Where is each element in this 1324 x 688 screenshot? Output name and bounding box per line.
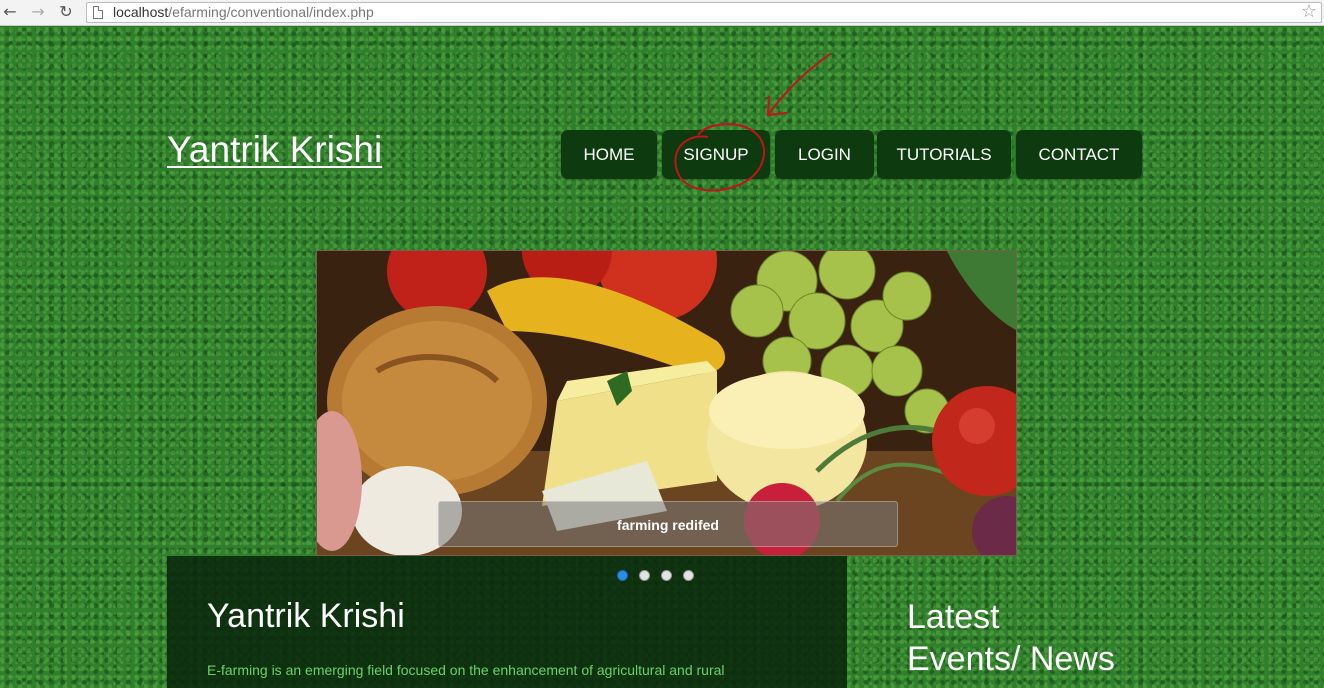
slider-dot-4[interactable] bbox=[683, 570, 694, 581]
page-body: Yantrik Krishi HOME SIGNUP LOGIN TUTORIA… bbox=[0, 27, 1324, 688]
page-icon bbox=[93, 6, 103, 19]
forward-arrow-icon[interactable]: → bbox=[28, 2, 48, 22]
url-text[interactable]: localhost/efarming/conventional/index.ph… bbox=[113, 4, 374, 21]
nav-home[interactable]: HOME bbox=[561, 130, 657, 179]
url-host: localhost bbox=[113, 4, 169, 20]
bookmark-star-icon[interactable]: ☆ bbox=[1301, 2, 1317, 22]
news-heading-line1: Latest bbox=[907, 598, 1000, 636]
news-heading: Latest Events/ News bbox=[907, 596, 1207, 680]
address-bar[interactable]: localhost/efarming/conventional/index.ph… bbox=[86, 2, 1322, 23]
browser-toolbar: ← → ↻ localhost/efarming/conventional/in… bbox=[0, 0, 1324, 26]
slider-dot-2[interactable] bbox=[639, 570, 650, 581]
site-logo-link[interactable]: Yantrik Krishi bbox=[167, 129, 382, 171]
intro-text: E-farming is an emerging field focused o… bbox=[207, 662, 725, 678]
image-slider[interactable]: farming redifed bbox=[316, 250, 1017, 556]
url-path: /efarming/conventional/index.php bbox=[168, 4, 374, 20]
section-title: Yantrik Krishi bbox=[207, 597, 405, 635]
slider-dot-3[interactable] bbox=[661, 570, 672, 581]
nav-contact[interactable]: CONTACT bbox=[1016, 130, 1142, 179]
slide-caption: farming redifed bbox=[438, 501, 898, 547]
reload-icon[interactable]: ↻ bbox=[56, 2, 76, 22]
back-arrow-icon[interactable]: ← bbox=[0, 2, 20, 22]
nav-tutorials[interactable]: TUTORIALS bbox=[877, 130, 1011, 179]
nav-signup[interactable]: SIGNUP bbox=[662, 130, 770, 179]
slider-dot-1[interactable] bbox=[617, 570, 628, 581]
nav-login[interactable]: LOGIN bbox=[775, 130, 874, 179]
news-heading-line2: Events/ News bbox=[907, 640, 1115, 678]
annotation-arrow-icon bbox=[767, 53, 831, 116]
